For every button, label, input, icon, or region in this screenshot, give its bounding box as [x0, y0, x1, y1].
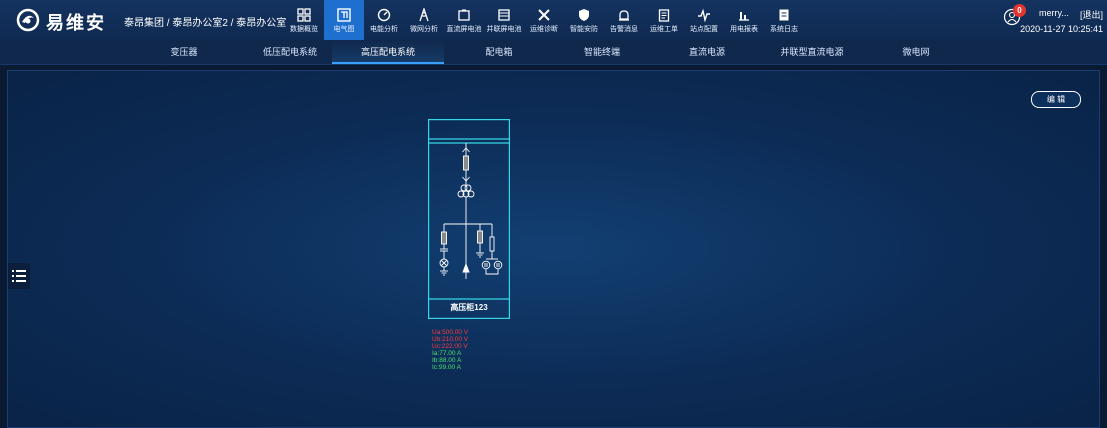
reading-ib: Ib:88.00 A [432, 357, 462, 364]
nav-item-energy-analysis[interactable]: 电能分析 [364, 0, 404, 40]
username[interactable]: merry... [1039, 8, 1069, 18]
battery-icon [458, 9, 470, 21]
nav-item-parallel-battery[interactable]: 并联屏电池 [484, 0, 524, 40]
main-nav: 数据概览 电气图 电能分析 微网分析 直流屏电池 并联屏电池 运维诊断 智能安防… [284, 0, 804, 40]
breadcrumb[interactable]: 泰昂集团 / 泰昂办公室2 / 泰昂办公室 [124, 14, 286, 29]
reading-ic: Ic:99.00 A [432, 364, 461, 371]
nav-label: 数据概览 [290, 26, 318, 33]
shield-icon [579, 9, 589, 21]
nav-item-smart-security[interactable]: 智能安防 [564, 0, 604, 40]
list-menu-icon [12, 270, 26, 282]
nav-label: 微网分析 [410, 26, 438, 33]
logo-icon [16, 8, 40, 32]
nav-item-power-report[interactable]: 用电报表 [724, 0, 764, 40]
gauge-icon [377, 8, 391, 22]
nav-label: 直流屏电池 [446, 26, 482, 33]
nav-label: 站点配置 [690, 26, 718, 33]
bar-chart-icon [739, 12, 749, 21]
nav-label: 运维诊断 [530, 26, 558, 33]
top-bar: 易维安 泰昂集团 / 泰昂办公室2 / 泰昂办公室 数据概览 电气图 电能分析 … [0, 0, 1107, 41]
hv-cabinet-diagram[interactable] [428, 119, 510, 319]
user-area: 0 merry... [退出] 2020-11-27 10:25:41 [1003, 4, 1103, 38]
tab-dc-power[interactable]: 直流电源 [651, 40, 763, 64]
nav-label: 电气图 [333, 26, 355, 33]
tab-bar: 变压器 低压配电系统 高压配电系统 配电箱 智能终端 直流电源 并联型直流电源 … [0, 40, 1107, 65]
nav-label: 智能安防 [570, 26, 598, 33]
battery-pack-icon [498, 9, 510, 21]
nav-item-maintenance-diagnosis[interactable]: 运维诊断 [524, 0, 564, 40]
nav-item-system-log[interactable]: 系统日志 [764, 0, 804, 40]
tab-transformer[interactable]: 变压器 [128, 40, 240, 64]
nav-item-electrical-diagram[interactable]: 电气图 [324, 0, 364, 40]
brand-name: 易维安 [46, 13, 106, 33]
reading-ia: Ia:77.00 A [432, 350, 462, 357]
tab-distribution-box[interactable]: 配电箱 [443, 40, 555, 64]
tab-high-voltage[interactable]: 高压配电系统 [332, 40, 444, 64]
tab-microgrid[interactable]: 微电网 [860, 40, 972, 64]
reading-ub: Ub:210.00 V [432, 336, 469, 343]
grid-icon [297, 8, 311, 22]
reading-uc: Uc:222.00 V [432, 343, 468, 350]
alarm-icon [619, 10, 629, 21]
log-icon [779, 9, 789, 21]
tools-icon [538, 9, 550, 21]
edit-button[interactable]: 编 辑 [1031, 91, 1081, 108]
tower-icon [419, 8, 429, 22]
tab-low-voltage[interactable]: 低压配电系统 [234, 40, 346, 64]
tab-smart-terminal[interactable]: 智能终端 [546, 40, 658, 64]
measurement-readings: Ua:500.00 V Ub:210.00 V Uc:222.00 V Ia:7… [432, 329, 468, 371]
diagram-icon [337, 8, 351, 22]
cabinet-name: 高压柜123 [450, 303, 488, 312]
nav-label: 系统日志 [770, 26, 798, 33]
nav-label: 运维工单 [650, 26, 678, 33]
logout-link[interactable]: [退出] [1080, 8, 1103, 21]
nav-item-site-config[interactable]: 站点配置 [684, 0, 724, 40]
tab-parallel-dc-power[interactable]: 并联型直流电源 [756, 40, 868, 64]
nav-label: 告警消息 [610, 26, 638, 33]
nav-label: 用电报表 [730, 26, 758, 33]
reading-ua: Ua:500.00 V [432, 329, 469, 336]
datetime: 2020-11-27 10:25:41 [1020, 24, 1103, 34]
pulse-icon [698, 8, 710, 22]
clipboard-icon [658, 9, 670, 22]
sidebar-toggle[interactable] [8, 263, 30, 289]
nav-item-alarm-messages[interactable]: 告警消息 [604, 0, 644, 40]
nav-label: 电能分析 [370, 26, 398, 33]
diagram-canvas: 编 辑 高压柜123 Ua:500.00 V Ub:210.00 V Uc:22… [7, 70, 1100, 428]
notification-badge[interactable]: 0 [1013, 4, 1026, 17]
nav-item-microgrid-analysis[interactable]: 微网分析 [404, 0, 444, 40]
nav-item-dc-battery[interactable]: 直流屏电池 [444, 0, 484, 40]
nav-item-data-overview[interactable]: 数据概览 [284, 0, 324, 40]
nav-item-work-orders[interactable]: 运维工单 [644, 0, 684, 40]
nav-label: 并联屏电池 [486, 26, 522, 33]
